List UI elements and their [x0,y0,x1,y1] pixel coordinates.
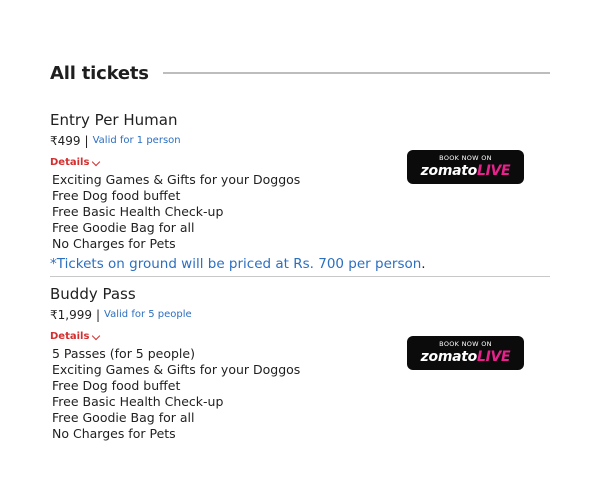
feature-item: Free Goodie Bag for all [52,220,195,235]
details-label: Details [50,331,90,342]
feature-item: Free Dog food buffet [52,378,181,393]
ticket-validity: Valid for 5 people [104,309,192,320]
feature-item: No Charges for Pets [52,236,176,251]
ticket-validity: Valid for 1 person [92,135,181,146]
zomato-live-logo: zomatoLIVE [421,163,511,179]
chevron-down-icon [92,157,101,166]
ticket-divider [50,276,550,277]
feature-item: Free Dog food buffet [52,188,181,203]
details-label: Details [50,157,90,168]
price-separator: | [96,308,101,322]
book-now-button[interactable]: BOOK NOW ON zomatoLIVE [407,150,524,184]
note-text: *Tickets on ground will be priced at Rs.… [50,256,422,272]
ground-price-note: *Tickets on ground will be priced at Rs.… [50,255,550,273]
tickets-page: All tickets Entry Per Human ₹499 | Valid… [0,0,600,500]
details-toggle[interactable]: Details [50,330,101,344]
feature-item: No Charges for Pets [52,426,176,441]
zomato-live-logo: zomatoLIVE [421,349,511,365]
ticket-name: Buddy Pass [50,285,136,303]
ticket-card: Entry Per Human ₹499 | Valid for 1 perso… [50,110,550,273]
ticket-name: Entry Per Human [50,111,178,129]
section-header: All tickets [50,60,550,86]
feature-item: Free Basic Health Check-up [52,394,224,409]
book-now-button[interactable]: BOOK NOW ON zomatoLIVE [407,336,524,370]
logo-live: LIVE [476,349,511,365]
note-period: . [421,256,426,272]
section-title: All tickets [50,62,149,84]
section-rule [162,72,550,74]
feature-item: Free Basic Health Check-up [52,204,224,219]
feature-item: Free Goodie Bag for all [52,410,195,425]
ticket-price: ₹1,999 [50,308,92,322]
logo-main: zomato [420,349,478,365]
price-separator: | [84,134,89,148]
price-row: ₹499 | Valid for 1 person [50,132,550,150]
ticket-price: ₹499 [50,134,81,148]
book-caption: BOOK NOW ON [439,154,492,162]
logo-main: zomato [420,163,478,179]
logo-live: LIVE [476,163,511,179]
feature-list: Exciting Games & Gifts for your Doggos F… [52,172,550,252]
price-row: ₹1,999 | Valid for 5 people [50,306,550,324]
chevron-down-icon [92,331,101,340]
book-caption: BOOK NOW ON [439,340,492,348]
details-toggle[interactable]: Details [50,156,101,170]
